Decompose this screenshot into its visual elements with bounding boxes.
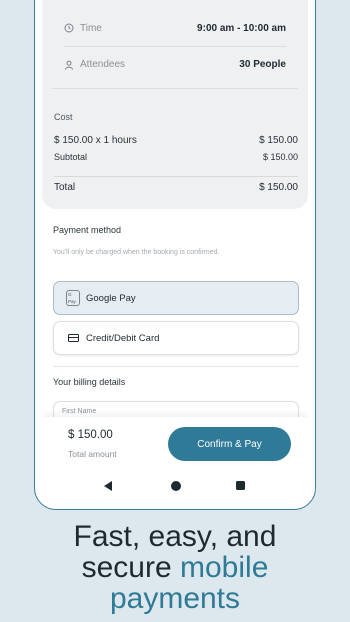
- system-nav-bar: [42, 471, 308, 498]
- total-amount-value: $ 150.00: [68, 429, 113, 441]
- first-name-placeholder: First Name: [62, 408, 97, 415]
- app-screen: Time 9:00 am - 10:00 am Attendees 30 Peo…: [42, 0, 308, 498]
- credit-card-option[interactable]: Credit/Debit Card: [53, 321, 299, 355]
- time-row: Time 9:00 am - 10:00 am: [64, 10, 286, 46]
- cost-line-label: $ 150.00 x 1 hours: [54, 135, 137, 146]
- google-pay-label: Google Pay: [86, 292, 136, 304]
- credit-card-icon: [66, 333, 80, 343]
- google-pay-option[interactable]: G Pay Google Pay: [53, 281, 299, 315]
- booking-summary-card: Time 9:00 am - 10:00 am Attendees 30 Peo…: [42, 0, 308, 209]
- tagline-line-2: secure mobile: [0, 552, 350, 583]
- attendees-label: Attendees: [80, 59, 126, 70]
- subtotal-label: Subtotal: [54, 152, 88, 162]
- payment-method-note: You'll only be charged when the booking …: [53, 249, 220, 256]
- confirm-pay-button[interactable]: Confirm & Pay: [168, 427, 291, 461]
- time-label: Time: [80, 22, 102, 34]
- tagline-line-1: Fast, easy, and: [73, 520, 277, 553]
- attendees-row: Attendees 30 People: [64, 46, 286, 82]
- subtotal-line: Subtotal $ 150.00: [54, 152, 298, 162]
- home-icon[interactable]: [171, 481, 181, 491]
- cost-line-item: $ 150.00 x 1 hours $ 150.00: [54, 135, 298, 146]
- time-value: 9:00 am - 10:00 am: [197, 22, 286, 34]
- tagline-line-3: payments: [109, 582, 241, 615]
- credit-card-label: Credit/Debit Card: [86, 332, 160, 344]
- marketing-tagline: Fast, easy, and secure mobile payments: [0, 521, 350, 614]
- total-amount-label: Total amount: [68, 449, 117, 459]
- subtotal-value: $ 150.00: [262, 152, 298, 162]
- cost-divider: [54, 176, 298, 177]
- back-icon[interactable]: [104, 481, 112, 491]
- google-pay-badge: G Pay: [66, 290, 80, 306]
- total-line: Total $ 150.00: [54, 182, 298, 193]
- booking-info-panel: Time 9:00 am - 10:00 am Attendees 30 Peo…: [52, 0, 298, 89]
- billing-details-title: Your billing details: [53, 377, 126, 387]
- cost-title: Cost: [54, 112, 73, 122]
- phone-frame: Time 9:00 am - 10:00 am Attendees 30 Peo…: [34, 0, 316, 510]
- payment-method-title: Payment method: [53, 225, 122, 235]
- google-pay-icon: G Pay: [66, 290, 80, 306]
- total-label: Total: [54, 182, 76, 193]
- attendees-value: 30 People: [239, 59, 286, 70]
- tagline-line-2-accent: mobile: [180, 551, 269, 584]
- section-divider: [53, 366, 299, 367]
- total-value: $ 150.00: [259, 182, 298, 193]
- tagline-line-2-plain: secure: [81, 551, 180, 584]
- person-icon: [65, 60, 73, 70]
- checkout-bar: $ 150.00 Total amount Confirm & Pay: [42, 417, 308, 471]
- cost-line-value: $ 150.00: [259, 135, 298, 146]
- clock-icon: [64, 23, 74, 33]
- recents-icon[interactable]: [236, 481, 245, 490]
